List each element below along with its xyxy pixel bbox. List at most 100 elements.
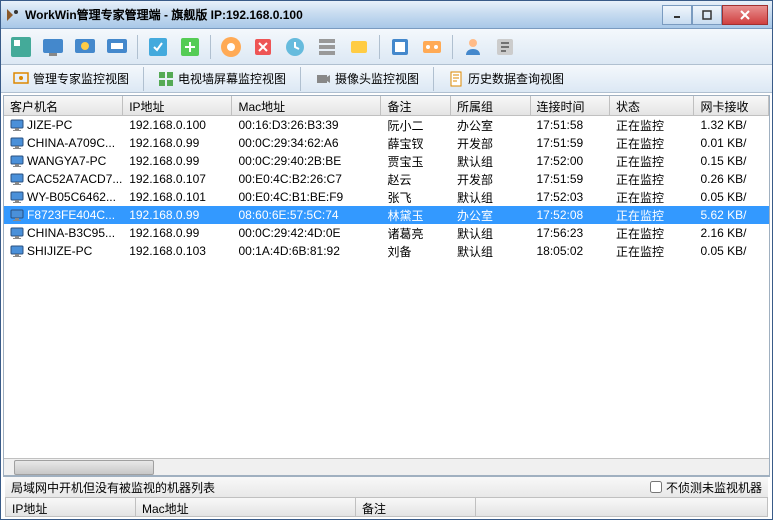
tool-icon-9[interactable] (281, 33, 309, 61)
th-net[interactable]: 网卡接收 (694, 96, 769, 115)
titlebar: WorkWin管理专家管理端 - 旗舰版 IP:192.168.0.100 (1, 1, 772, 29)
bottom-table-header: IP地址 Mac地址 备注 (5, 497, 768, 517)
monitor-icon (13, 71, 29, 87)
table-row[interactable]: SHIJIZE-PC192.168.0.10300:1A:4D:6B:81:92… (4, 242, 769, 260)
bottom-panel: 局域网中开机但没有被监视的机器列表 不侦测未监视机器 IP地址 Mac地址 备注 (3, 476, 770, 517)
horizontal-scrollbar[interactable] (4, 458, 769, 475)
checkbox-label: 不侦测未监视机器 (666, 479, 762, 496)
cell-time: 18:05:02 (531, 243, 611, 259)
th-name[interactable]: 客户机名 (4, 96, 123, 115)
tool-icon-11[interactable] (345, 33, 373, 61)
cell-note: 刘备 (381, 242, 451, 261)
cell-mac: 00:0C:29:40:2B:BE (232, 153, 381, 169)
th-mac[interactable]: Mac地址 (232, 96, 381, 115)
pc-icon (10, 245, 24, 257)
th-note[interactable]: 备注 (381, 96, 451, 115)
main-toolbar (1, 29, 772, 65)
cell-time: 17:52:00 (531, 153, 611, 169)
table-row[interactable]: CHINA-A709C...192.168.0.9900:0C:29:34:62… (4, 134, 769, 152)
cell-net: 0.15 KB/ (694, 153, 769, 169)
cell-net: 2.16 KB/ (694, 225, 769, 241)
tool-icon-15[interactable] (491, 33, 519, 61)
cell-net: 0.26 KB/ (694, 171, 769, 187)
bth-ip[interactable]: IP地址 (6, 498, 136, 516)
cell-net: 5.62 KB/ (694, 207, 769, 223)
tool-icon-3[interactable] (71, 33, 99, 61)
tab-expert-view[interactable]: 管理专家监控视图 (7, 68, 135, 89)
tool-icon-7[interactable] (217, 33, 245, 61)
cell-note: 薛宝钗 (381, 134, 451, 153)
tool-icon-4[interactable] (103, 33, 131, 61)
tab-label: 管理专家监控视图 (33, 70, 129, 87)
tab-tvwall-view[interactable]: 电视墙屏幕监控视图 (152, 68, 292, 89)
cell-status: 正在监控 (610, 116, 694, 135)
no-detect-checkbox-wrap[interactable]: 不侦测未监视机器 (650, 479, 762, 496)
bth-mac[interactable]: Mac地址 (136, 498, 356, 516)
th-group[interactable]: 所属组 (451, 96, 531, 115)
tab-history-view[interactable]: 历史数据查询视图 (442, 68, 570, 89)
tab-camera-view[interactable]: 摄像头监控视图 (309, 68, 425, 89)
cell-group: 办公室 (451, 206, 531, 225)
cell-status: 正在监控 (610, 170, 694, 189)
tool-icon-10[interactable] (313, 33, 341, 61)
cell-name: SHIJIZE-PC (4, 243, 123, 259)
cell-time: 17:52:08 (531, 207, 611, 223)
pc-icon (10, 137, 24, 149)
tool-icon-12[interactable] (386, 33, 414, 61)
cell-mac: 00:0C:29:42:4D:0E (232, 225, 381, 241)
tab-label: 摄像头监控视图 (335, 70, 419, 87)
th-ip[interactable]: IP地址 (123, 96, 232, 115)
app-icon (5, 7, 21, 23)
tool-icon-8[interactable] (249, 33, 277, 61)
maximize-button[interactable] (692, 5, 722, 25)
cell-net: 0.05 KB/ (694, 243, 769, 259)
table-row[interactable]: JIZE-PC192.168.0.10000:16:D3:26:B3:39阮小二… (4, 116, 769, 134)
table-row[interactable]: F8723FE404C...192.168.0.9908:60:6E:57:5C… (4, 206, 769, 224)
tab-label: 历史数据查询视图 (468, 70, 564, 87)
cell-group: 默认组 (451, 188, 531, 207)
cell-group: 默认组 (451, 152, 531, 171)
minimize-button[interactable] (662, 5, 692, 25)
cell-status: 正在监控 (610, 188, 694, 207)
tool-icon-13[interactable] (418, 33, 446, 61)
table-body: JIZE-PC192.168.0.10000:16:D3:26:B3:39阮小二… (4, 116, 769, 458)
cell-net: 0.01 KB/ (694, 135, 769, 151)
cell-time: 17:51:59 (531, 135, 611, 151)
cell-mac: 00:E0:4C:B1:BE:F9 (232, 189, 381, 205)
cell-name: CHINA-B3C95... (4, 225, 123, 241)
tool-icon-6[interactable] (176, 33, 204, 61)
cell-ip: 192.168.0.100 (123, 117, 232, 133)
cell-name: JIZE-PC (4, 117, 123, 133)
tool-icon-5[interactable] (144, 33, 172, 61)
cell-net: 0.05 KB/ (694, 189, 769, 205)
cell-status: 正在监控 (610, 206, 694, 225)
tab-label: 电视墙屏幕监控视图 (178, 70, 286, 87)
tool-icon-1[interactable] (7, 33, 35, 61)
cell-group: 默认组 (451, 242, 531, 261)
th-time[interactable]: 连接时间 (531, 96, 611, 115)
cell-group: 默认组 (451, 224, 531, 243)
cell-time: 17:51:59 (531, 171, 611, 187)
table-row[interactable]: CHINA-B3C95...192.168.0.9900:0C:29:42:4D… (4, 224, 769, 242)
cell-note: 赵云 (381, 170, 451, 189)
no-detect-checkbox[interactable] (650, 481, 662, 493)
table-row[interactable]: WY-B05C6462...192.168.0.10100:E0:4C:B1:B… (4, 188, 769, 206)
tool-icon-14[interactable] (459, 33, 487, 61)
scrollbar-thumb[interactable] (14, 460, 154, 475)
tool-icon-2[interactable] (39, 33, 67, 61)
th-status[interactable]: 状态 (610, 96, 694, 115)
pc-icon (10, 173, 24, 185)
table-row[interactable]: WANGYA7-PC192.168.0.9900:0C:29:40:2B:BE贾… (4, 152, 769, 170)
cell-mac: 00:0C:29:34:62:A6 (232, 135, 381, 151)
bth-note[interactable]: 备注 (356, 498, 476, 516)
pc-icon (10, 191, 24, 203)
close-button[interactable] (722, 5, 768, 25)
cell-ip: 192.168.0.99 (123, 207, 232, 223)
grid-icon (158, 71, 174, 87)
cell-ip: 192.168.0.103 (123, 243, 232, 259)
table-row[interactable]: CAC52A7ACD7...192.168.0.10700:E0:4C:B2:2… (4, 170, 769, 188)
cell-time: 17:52:03 (531, 189, 611, 205)
cell-note: 贾宝玉 (381, 152, 451, 171)
cell-name: WANGYA7-PC (4, 153, 123, 169)
view-tabs: 管理专家监控视图 电视墙屏幕监控视图 摄像头监控视图 历史数据查询视图 (1, 65, 772, 93)
